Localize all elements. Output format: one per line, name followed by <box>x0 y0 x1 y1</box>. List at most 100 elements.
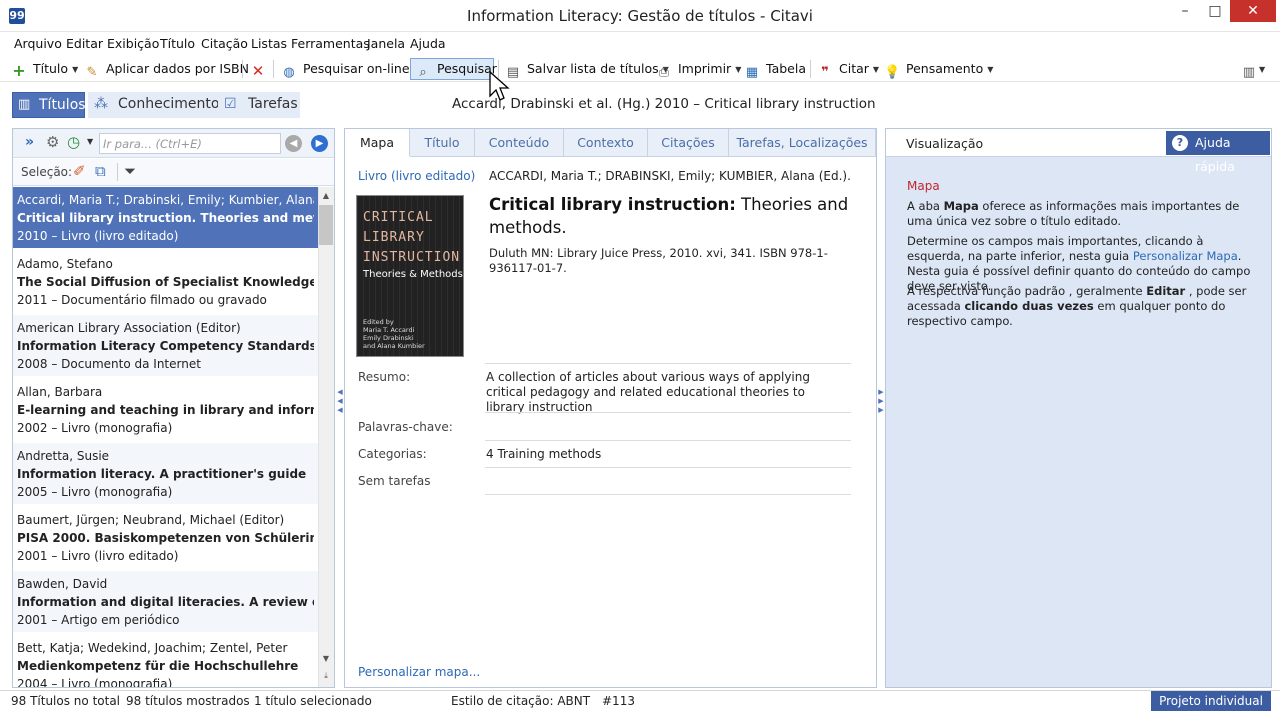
list-scrollbar[interactable] <box>318 187 334 687</box>
tab-titulo[interactable]: Título <box>410 129 475 157</box>
toolbar-separator <box>273 60 274 78</box>
document-type-link[interactable]: Livro (livro editado) <box>358 169 475 183</box>
search-button[interactable]: ⌕ Pesquisar <box>415 61 497 81</box>
menu-arquivo[interactable]: Arquivo <box>14 36 62 51</box>
status-shown: 98 títulos mostrados <box>126 694 250 708</box>
toolbar-separator <box>117 163 118 181</box>
mode-titles-button[interactable]: ▥ Títulos <box>12 92 86 118</box>
selection-label: Seleção: <box>21 165 73 179</box>
goto-search-input[interactable]: Ir para... (Ctrl+E) <box>99 133 281 154</box>
citation-publication: Duluth MN: Library Juice Press, 2010. xv… <box>489 246 828 275</box>
menu-ajuda[interactable]: Ajuda <box>410 36 446 51</box>
magic-wand-icon: ✎ <box>86 65 98 80</box>
menu-janela[interactable]: Janela <box>367 36 405 51</box>
list-item[interactable]: American Library Association (Editor) In… <box>13 315 318 377</box>
mode-tasks-button[interactable]: ☑ Tarefas <box>218 92 300 118</box>
abstract-value[interactable]: A collection of articles about various w… <box>486 370 846 415</box>
tab-tarefas-localizacoes[interactable]: Tarefas, Localizações <box>729 129 876 157</box>
list-item[interactable]: Adamo, Stefano The Social Diffusion of S… <box>13 251 318 313</box>
cover-subtitle: Theories & Methods <box>363 269 463 280</box>
tab-citacoes[interactable]: Citações <box>648 129 729 157</box>
list-item[interactable]: Accardi, Maria T.; Drabinski, Emily; Kum… <box>13 187 318 249</box>
menu-bar: Arquivo Editar Exibição Título Citação L… <box>0 32 1280 56</box>
chevron-down-icon[interactable]: ▼ <box>87 137 93 146</box>
menu-listas[interactable]: Listas <box>251 36 287 51</box>
list-item[interactable]: Baumert, Jürgen; Neubrand, Michael (Edit… <box>13 507 318 569</box>
help-icon: ? <box>1172 135 1188 151</box>
citation-authors: ACCARDI, Maria T.; DRABINSKI, Emily; KUM… <box>489 169 851 183</box>
scroll-end-icon[interactable]: ⤓ <box>318 669 334 683</box>
left-splitter[interactable]: ◀ ◀ ◀ <box>337 388 343 428</box>
menu-titulo[interactable]: Título <box>160 36 195 51</box>
cover-editors: Edited by Maria T. Accardi Emily Drabins… <box>363 318 425 350</box>
mode-knowledge-button[interactable]: ⁂ Conhecimento <box>88 92 219 118</box>
expand-icon[interactable]: » <box>25 134 34 150</box>
toolbar: + Título ▼ ✎ Aplicar dados por ISBN ✕ ◍ Pesq… <box>0 56 1280 82</box>
selection-marker-icon[interactable]: ✐ <box>73 162 86 180</box>
isbn-button[interactable]: ✎ Aplicar dados por ISBN <box>84 61 249 81</box>
tab-conteudo[interactable]: Conteúdo <box>475 129 564 157</box>
delete-x-icon: ✕ <box>251 62 265 80</box>
minimize-button[interactable]: – <box>1170 0 1200 22</box>
field-divider <box>485 440 851 441</box>
cover-title-line: CRITICAL <box>363 210 434 225</box>
menu-exibicao[interactable]: Exibição <box>107 36 159 51</box>
tab-divider <box>345 156 876 157</box>
menu-editar[interactable]: Editar <box>66 36 103 51</box>
selection-bar: Seleção: ✐ ⧉ ⏷ <box>13 159 334 186</box>
globe-search-icon: ◍ <box>283 65 295 80</box>
tab-contexto[interactable]: Contexto <box>564 129 648 157</box>
scroll-up-icon[interactable]: ▲ <box>318 189 334 203</box>
status-total: 98 Títulos no total <box>11 694 121 708</box>
list-item[interactable]: Allan, Barbara E-learning and teaching i… <box>13 379 318 441</box>
gear-icon[interactable]: ⚙ <box>46 133 59 151</box>
menu-ferramentas[interactable]: Ferramentas <box>291 36 370 51</box>
quick-help-button[interactable]: ? Ajuda rápida <box>1166 131 1270 174</box>
tab-mapa[interactable]: Mapa <box>345 129 410 157</box>
forward-arrow-icon[interactable]: ▶ <box>311 135 328 152</box>
right-splitter[interactable]: ▶ ▶ ▶ <box>878 388 884 428</box>
book-cover-image[interactable]: CRITICAL LIBRARY INSTRUCTION Theories & … <box>356 195 464 357</box>
delete-button[interactable]: ✕ <box>250 61 272 79</box>
scroll-down-icon[interactable]: ▼ <box>318 652 334 666</box>
maximize-button[interactable]: □ <box>1200 0 1230 22</box>
list-item[interactable]: Andretta, Susie Information literacy. A … <box>13 443 318 505</box>
preview-header-label[interactable]: Visualização <box>906 136 983 151</box>
selection-list-icon[interactable]: ⧉ <box>95 162 106 180</box>
customize-map-help-link[interactable]: Personalizar Mapa <box>1133 249 1238 263</box>
back-arrow-icon[interactable]: ◀ <box>285 135 302 152</box>
keywords-label: Palavras-chave: <box>358 420 453 434</box>
customize-map-link[interactable]: Personalizar mapa... <box>358 665 480 679</box>
toolbar-separator <box>242 60 243 78</box>
online-search-button[interactable]: ◍Pesquisar on-line▼ <box>281 61 419 81</box>
abstract-label: Resumo: <box>358 370 411 384</box>
status-selected: 1 título selecionado <box>254 694 372 708</box>
filter-icon[interactable]: ⏷ <box>124 162 136 180</box>
scroll-thumb[interactable] <box>319 205 333 245</box>
list-item[interactable]: Bett, Katja; Wedekind, Joachim; Zentel, … <box>13 635 318 687</box>
citation-title: Critical library instruction: Theories a… <box>489 195 849 237</box>
checklist-icon: ☑ <box>224 96 237 112</box>
help-paragraph: A respectiva função padrão , geralmente … <box>907 284 1247 328</box>
history-icon[interactable]: ◷ <box>67 133 80 151</box>
window-title: Information Literacy: Gestão de títulos … <box>467 7 813 25</box>
title-list: Accardi, Maria T.; Drabinski, Emily; Kum… <box>13 187 318 687</box>
categories-value[interactable]: 4 Training methods <box>486 447 846 462</box>
tasks-label: Sem tarefas <box>358 474 431 488</box>
chevron-down-icon[interactable]: ▼ <box>72 65 78 74</box>
project-type-badge[interactable]: Projeto individual <box>1151 691 1271 711</box>
field-divider <box>485 467 851 468</box>
status-citation-style[interactable]: Estilo de citação: ABNT <box>451 694 590 708</box>
network-icon: ⁂ <box>94 96 108 112</box>
new-title-button[interactable]: + Título ▼ <box>11 61 78 79</box>
active-tab-gap <box>345 156 410 157</box>
selected-title-summary: Accardi, Drabinski et al. (Hg.) 2010 – C… <box>452 96 876 112</box>
menu-citacao[interactable]: Citação <box>201 36 248 51</box>
list-item[interactable]: Bawden, David Information and digital li… <box>13 571 318 633</box>
plus-icon: + <box>12 61 26 80</box>
mouse-cursor-icon <box>489 70 510 101</box>
cover-title-line: INSTRUCTION <box>363 250 461 265</box>
close-button[interactable]: ✕ <box>1230 0 1276 22</box>
field-divider <box>485 412 851 413</box>
magnifier-icon: ⌕ <box>419 65 427 80</box>
